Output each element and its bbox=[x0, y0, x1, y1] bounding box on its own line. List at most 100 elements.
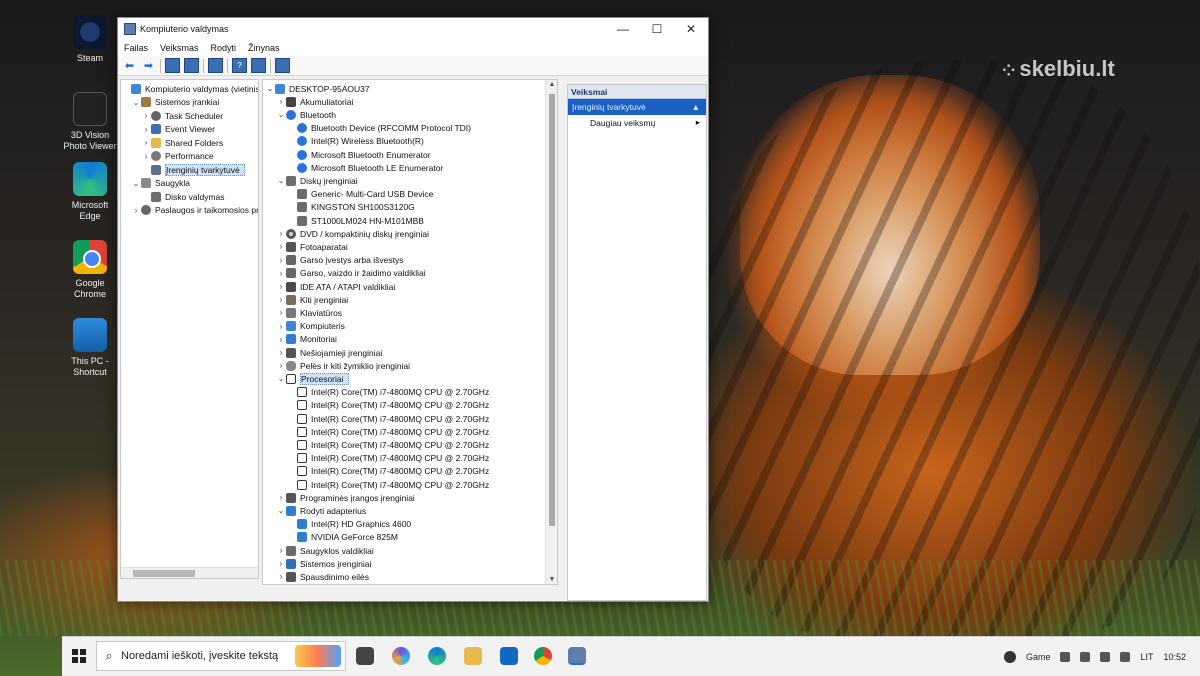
chevron-right-icon[interactable]: › bbox=[276, 335, 286, 344]
chevron-right-icon[interactable]: › bbox=[141, 152, 151, 161]
game-icon[interactable] bbox=[1003, 651, 1016, 663]
help-icon[interactable]: ? bbox=[232, 58, 247, 73]
menu-help[interactable]: Žinynas bbox=[242, 43, 286, 53]
tree-item[interactable]: › Garso įvestys arba išvestys bbox=[276, 254, 403, 267]
tree-item[interactable]: Microsoft Bluetooth Enumerator bbox=[287, 148, 431, 161]
tree-item[interactable]: ⌄ Diskų įrenginiai bbox=[276, 174, 358, 187]
tree-item[interactable]: › Monitoriai bbox=[276, 333, 337, 346]
tree-item[interactable]: NVIDIA GeForce 825M bbox=[287, 531, 398, 544]
chevron-down-icon[interactable]: ⌄ bbox=[265, 84, 275, 93]
tree-item[interactable]: › Fotoaparatai bbox=[276, 240, 348, 253]
tree-item[interactable]: ⌄ Bluetooth bbox=[276, 108, 336, 121]
tray-game-label[interactable]: Game bbox=[1026, 652, 1051, 662]
outlook-icon[interactable] bbox=[500, 647, 518, 665]
chevron-right-icon[interactable]: › bbox=[276, 282, 286, 291]
chevron-down-icon[interactable]: ⌄ bbox=[276, 176, 286, 185]
tree-item[interactable]: KINGSTON SH100S3120G bbox=[287, 201, 415, 214]
action-pane-icon[interactable] bbox=[251, 58, 266, 73]
up-folder-icon[interactable] bbox=[165, 58, 180, 73]
menu-file[interactable]: Failas bbox=[118, 43, 154, 53]
tree-item[interactable]: › Kiti įrenginiai bbox=[276, 293, 348, 306]
tree-item[interactable]: › Programinės įrangos įrenginiai bbox=[276, 491, 415, 504]
scroll-down-icon[interactable]: ▼ bbox=[546, 576, 557, 583]
tree-item[interactable]: › Performance bbox=[141, 150, 214, 163]
maximize-button[interactable]: ☐ bbox=[640, 18, 674, 40]
tree-item[interactable]: Intel(R) Core(TM) i7-4800MQ CPU @ 2.70GH… bbox=[287, 412, 489, 425]
tree-item[interactable]: › Akumuliatoriai bbox=[276, 95, 353, 108]
chevron-right-icon[interactable]: › bbox=[141, 111, 151, 120]
vertical-scrollbar[interactable]: ▲ ▼ bbox=[545, 80, 557, 584]
tree-item[interactable]: › Spausdinimo eilės bbox=[276, 570, 369, 583]
menu-view[interactable]: Rodyti bbox=[205, 43, 243, 53]
tree-item[interactable]: › Nešiojamieji įrenginiai bbox=[276, 346, 382, 359]
tree-item[interactable]: Intel(R) Core(TM) i7-4800MQ CPU @ 2.70GH… bbox=[287, 465, 489, 478]
chevron-right-icon[interactable]: › bbox=[141, 138, 151, 147]
chevron-right-icon[interactable]: › bbox=[276, 242, 286, 251]
chrome-icon[interactable] bbox=[534, 647, 552, 665]
properties-icon[interactable] bbox=[208, 58, 223, 73]
tree-item[interactable]: › Klaviatūros bbox=[276, 306, 342, 319]
tree-item[interactable]: Įrenginių tvarkytuvė bbox=[141, 163, 245, 176]
tree-item[interactable]: › Event Viewer bbox=[141, 123, 215, 136]
tree-item[interactable]: Generic- Multi-Card USB Device bbox=[287, 188, 433, 201]
desktop-icon-steam[interactable]: Steam bbox=[60, 15, 120, 64]
chevron-down-icon[interactable]: ⌄ bbox=[276, 374, 286, 383]
tree-item[interactable]: Bluetooth Device (RFCOMM Protocol TDI) bbox=[287, 122, 471, 135]
tree-item[interactable]: › Saugyklos valdikliai bbox=[276, 544, 374, 557]
start-button[interactable] bbox=[72, 649, 86, 663]
file-explorer-icon[interactable] bbox=[464, 647, 482, 665]
more-actions-item[interactable]: Daugiau veiksmų ▸ bbox=[568, 115, 706, 130]
chevron-right-icon[interactable]: › bbox=[276, 295, 286, 304]
tree-item[interactable]: › Kompiuteris bbox=[276, 320, 345, 333]
tree-item[interactable]: Intel(R) Core(TM) i7-4800MQ CPU @ 2.70GH… bbox=[287, 452, 489, 465]
tree-item[interactable]: Intel(R) Core(TM) i7-4800MQ CPU @ 2.70GH… bbox=[287, 399, 489, 412]
desktop-icon-chrome[interactable]: Google Chrome bbox=[60, 240, 120, 300]
tree-item[interactable]: Intel(R) Core(TM) i7-4800MQ CPU @ 2.70GH… bbox=[287, 478, 489, 491]
chevron-right-icon[interactable]: › bbox=[276, 269, 286, 278]
show-hide-tree-icon[interactable] bbox=[184, 58, 199, 73]
task-view-icon[interactable] bbox=[356, 647, 374, 665]
tree-item[interactable]: Intel(R) Wireless Bluetooth(R) bbox=[287, 135, 424, 148]
chevron-down-icon[interactable]: ⌄ bbox=[131, 179, 141, 188]
tree-item[interactable]: Microsoft Bluetooth LE Enumerator bbox=[287, 161, 443, 174]
monitor-icon[interactable] bbox=[275, 58, 290, 73]
tree-item[interactable]: › Task Scheduler bbox=[141, 109, 223, 122]
chevron-right-icon[interactable]: › bbox=[141, 125, 151, 134]
copilot-icon[interactable] bbox=[392, 647, 410, 665]
computer-management-icon[interactable] bbox=[568, 647, 586, 665]
chevron-right-icon[interactable]: › bbox=[276, 559, 286, 568]
desktop-icon-this-pc[interactable]: This PC - Shortcut bbox=[60, 318, 120, 378]
desktop-icon-3d-vision[interactable]: 3D Vision Photo Viewer bbox=[60, 92, 120, 152]
tree-item[interactable]: ⌄ Sistemos įrankiai bbox=[131, 96, 219, 109]
chevron-right-icon[interactable]: › bbox=[276, 322, 286, 331]
tree-item[interactable]: › Garso, vaizdo ir žaidimo valdikliai bbox=[276, 267, 426, 280]
network-icon[interactable] bbox=[1080, 652, 1091, 662]
tree-item[interactable]: Intel(R) Core(TM) i7-4800MQ CPU @ 2.70GH… bbox=[287, 438, 489, 451]
tree-item[interactable]: › IDE ATA / ATAPI valdikliai bbox=[276, 280, 395, 293]
menu-action[interactable]: Veiksmas bbox=[154, 43, 205, 53]
tree-item[interactable]: ST1000LM024 HN-M101MBB bbox=[287, 214, 424, 227]
tree-item[interactable]: › DVD / kompaktinių diskų įrenginiai bbox=[276, 227, 429, 240]
scrollbar-thumb[interactable] bbox=[549, 94, 555, 526]
close-button[interactable]: ✕ bbox=[674, 18, 708, 40]
tree-item[interactable]: ⌄ DESKTOP-95AOU37 bbox=[265, 82, 370, 95]
edge-icon[interactable] bbox=[428, 647, 446, 665]
minimize-button[interactable]: — bbox=[606, 18, 640, 40]
actions-section-device-manager[interactable]: Įrenginių tvarkytuvė ▲ bbox=[568, 99, 706, 115]
chevron-right-icon[interactable]: › bbox=[276, 97, 286, 106]
chevron-down-icon[interactable]: ⌄ bbox=[276, 506, 286, 515]
chevron-right-icon[interactable]: › bbox=[131, 206, 141, 215]
scroll-up-icon[interactable]: ▲ bbox=[546, 81, 557, 88]
desktop-icon-edge[interactable]: Microsoft Edge bbox=[60, 162, 120, 222]
title-bar[interactable]: Kompiuterio valdymas — ☐ ✕ bbox=[118, 18, 708, 40]
tree-item[interactable]: ⌄ Rodyti adapterius bbox=[276, 504, 366, 517]
tree-item[interactable]: Intel(R) Core(TM) i7-4800MQ CPU @ 2.70GH… bbox=[287, 386, 489, 399]
tree-item[interactable]: ⌄ Procesoriai bbox=[276, 372, 349, 385]
chevron-right-icon[interactable]: › bbox=[276, 348, 286, 357]
volume-icon[interactable] bbox=[1120, 652, 1131, 662]
tree-item[interactable]: Intel(R) HD Graphics 4600 bbox=[287, 518, 411, 531]
tree-item[interactable]: Disko valdymas bbox=[141, 190, 225, 203]
wifi-icon[interactable] bbox=[1100, 652, 1111, 662]
scrollbar-thumb[interactable] bbox=[133, 570, 195, 577]
language-indicator[interactable]: LIT bbox=[1140, 652, 1153, 662]
